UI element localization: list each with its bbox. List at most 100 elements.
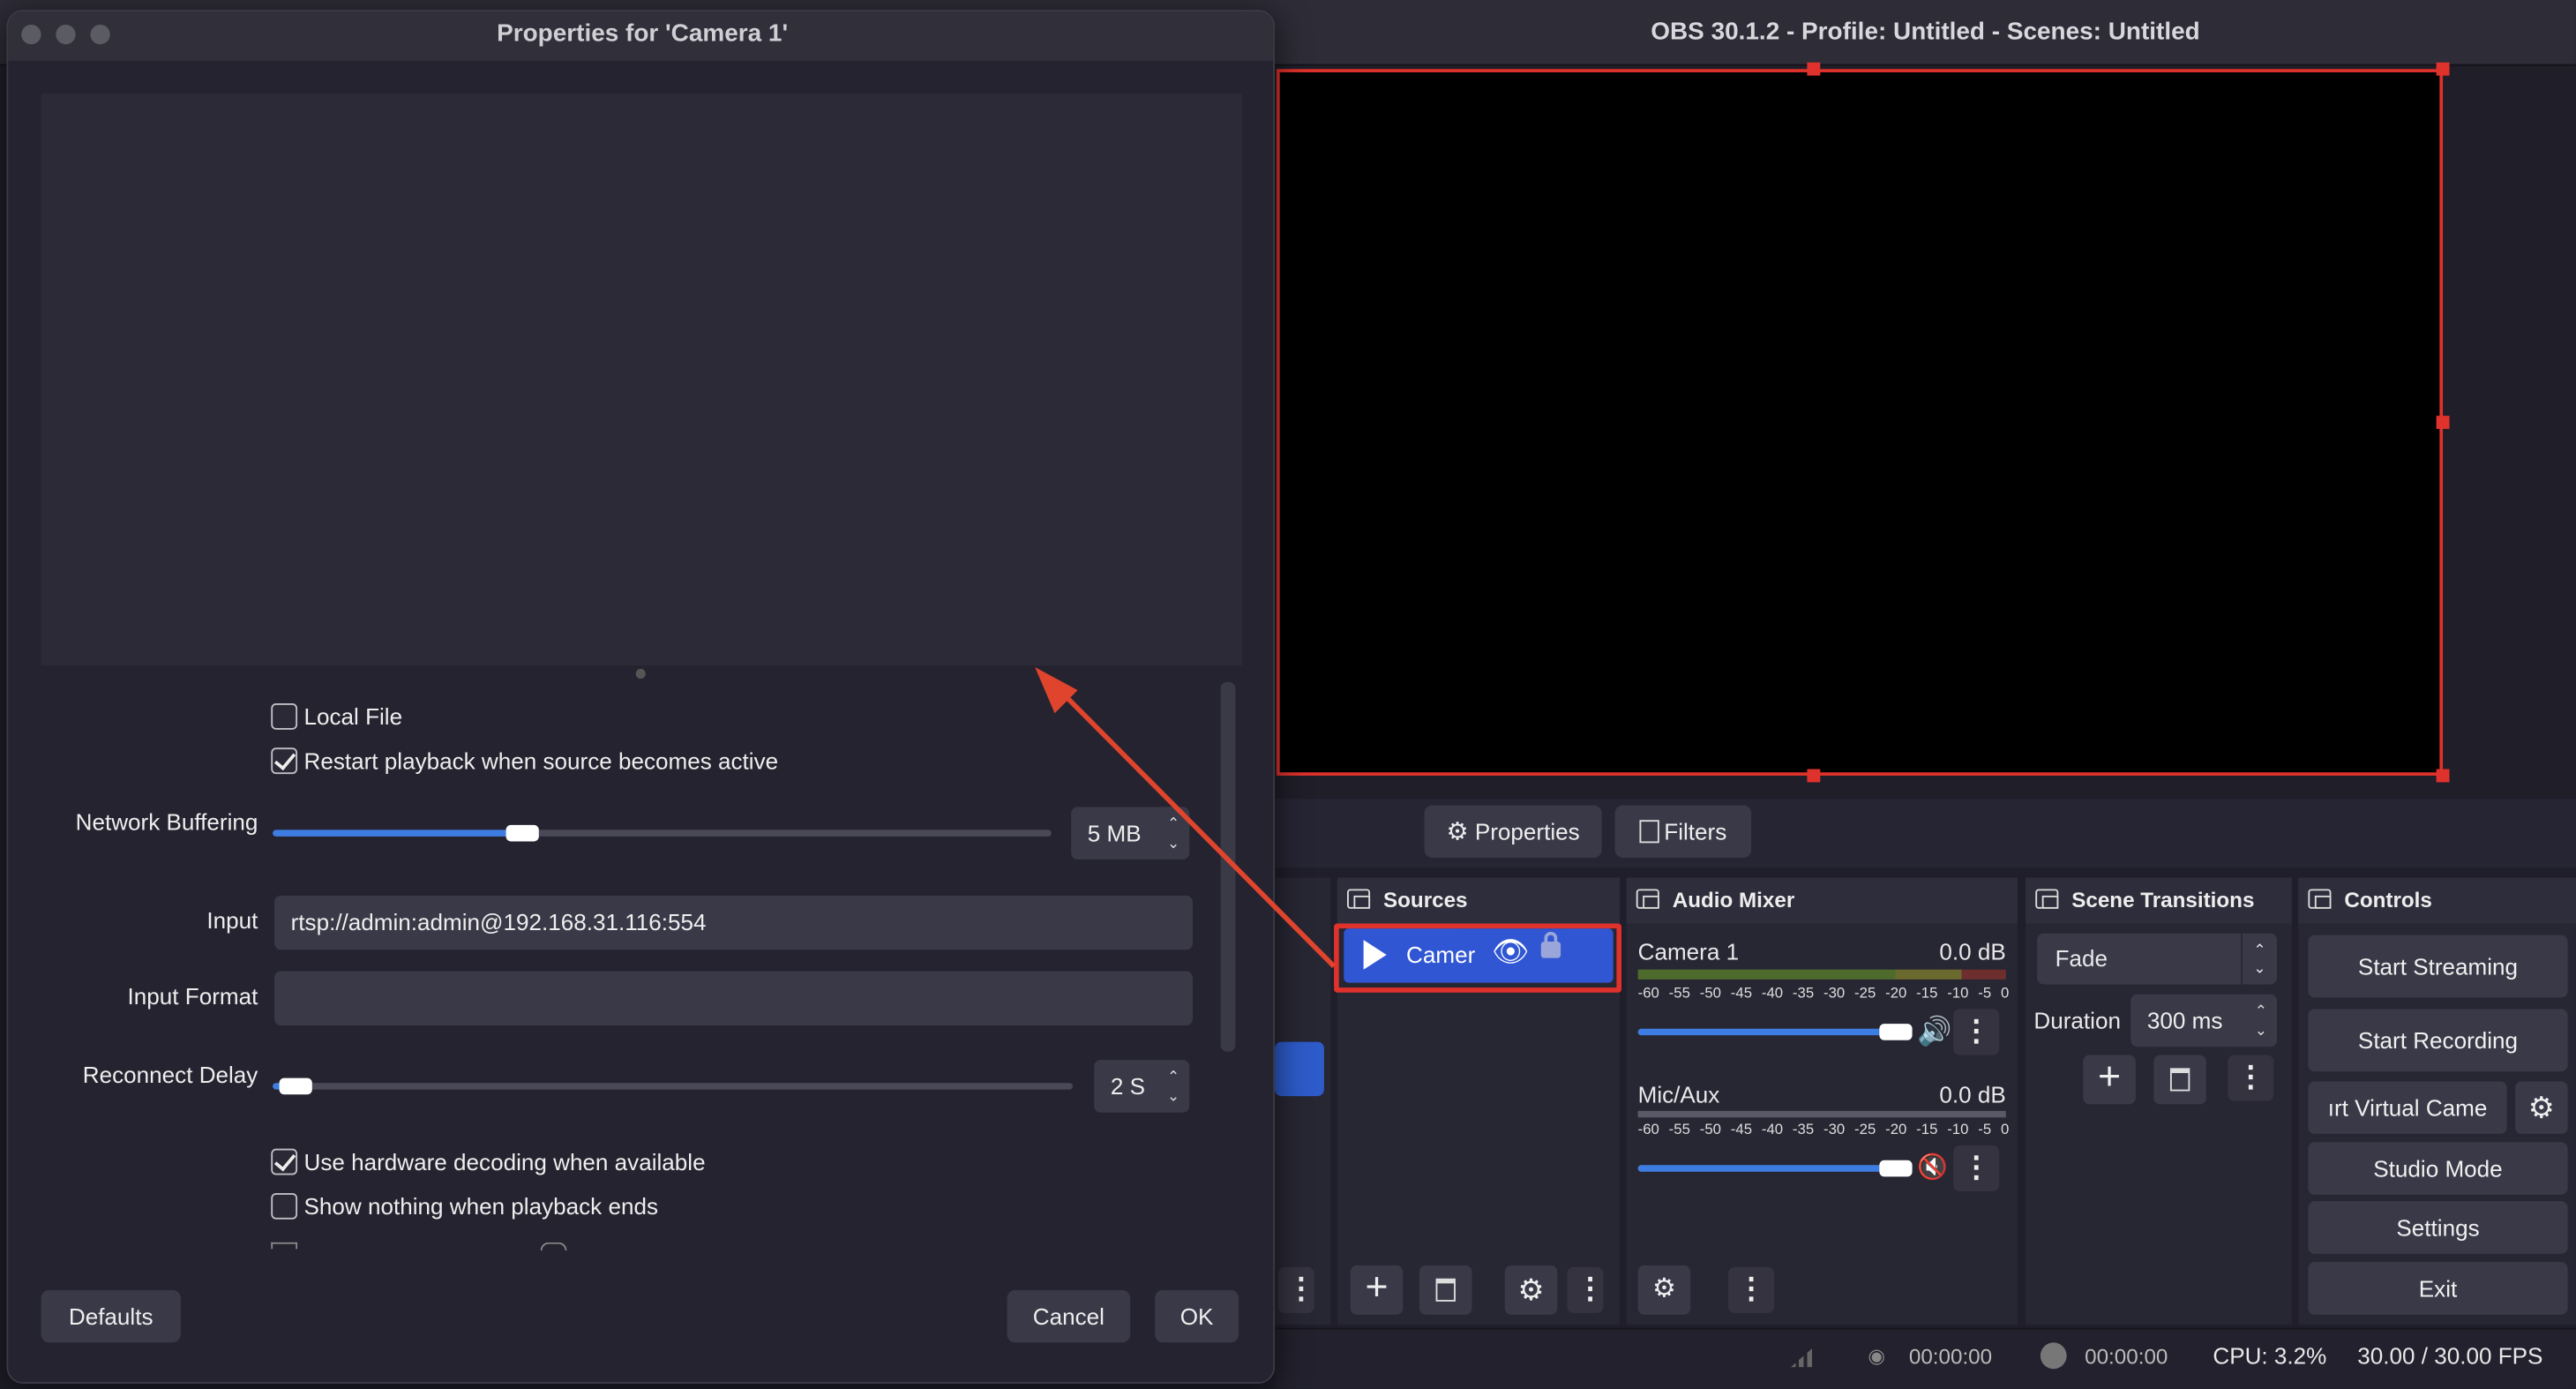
scenes-dock <box>1275 877 1331 1325</box>
scene-transitions-dock-header: Scene Transitions <box>2026 877 2292 924</box>
local-file-checkbox[interactable] <box>271 703 298 730</box>
clipped-next-row <box>271 1242 298 1250</box>
remove-source-button[interactable] <box>1419 1265 1472 1315</box>
stepper-arrows-icon[interactable]: ⌃ ⌄ <box>1167 1067 1179 1107</box>
ok-button[interactable]: OK <box>1155 1289 1239 1343</box>
meter-scale: -60 -55 -50 -45 -40 -35 -30 -25 -20 -15 -10 -5 0 <box>1637 1121 2010 1137</box>
stepper-arrows-icon[interactable]: ⌃ ⌄ <box>1167 814 1179 853</box>
resize-handle-right[interactable] <box>2436 416 2450 430</box>
resize-handle-bottom-right[interactable] <box>2436 769 2450 783</box>
exit-button[interactable]: Exit <box>2308 1262 2568 1315</box>
speaker-muted-icon[interactable]: 🔇 <box>1917 1152 1948 1182</box>
streaming-status-icon: ◉ <box>1868 1344 1885 1368</box>
reconnect-delay-slider[interactable] <box>273 1083 1074 1090</box>
network-buffering-value: 5 MB <box>1087 820 1142 847</box>
audio-mixer-title: Audio Mixer <box>1672 887 1795 912</box>
audio-mixer-dock-header: Audio Mixer <box>1626 877 2018 924</box>
filters-button[interactable]: Filters <box>1614 805 1752 859</box>
add-transition-button[interactable]: + <box>2083 1055 2136 1105</box>
dock-float-icon[interactable] <box>1347 889 1371 909</box>
start-streaming-button[interactable]: Start Streaming <box>2308 935 2568 998</box>
resize-handle-bottom[interactable] <box>1807 769 1821 783</box>
volume-meter <box>1637 1110 2006 1118</box>
source-properties-button[interactable]: ⚙ <box>1504 1265 1558 1315</box>
speaker-icon[interactable]: 🔊 <box>1917 1016 1951 1048</box>
reconnect-delay-spinbox[interactable]: 2 S ⌃ ⌄ <box>1094 1060 1190 1113</box>
input-format-field[interactable] <box>273 971 1193 1026</box>
start-recording-button[interactable]: Start Recording <box>2308 1009 2568 1072</box>
chevron-updown-icon: ⌃ ⌄ <box>2241 933 2277 985</box>
stream-timer: 00:00:00 <box>1908 1344 1993 1370</box>
meter-scale: -60 -55 -50 -45 -40 -35 -30 -25 -20 -15 -10 -5 0 <box>1637 984 2010 1002</box>
preview-canvas[interactable] <box>1276 69 2444 776</box>
sources-dock-title: Sources <box>1382 887 1468 912</box>
volume-slider-thumb[interactable] <box>1879 1024 1913 1040</box>
properties-dialog: Properties for 'Camera 1' Local File Res… <box>6 10 1276 1384</box>
reconnect-delay-thumb[interactable] <box>279 1077 312 1095</box>
record-timer: 00:00:00 <box>2085 1344 2168 1370</box>
controls-dock-header: Controls <box>2298 877 2576 924</box>
volume-meter <box>1637 969 2006 980</box>
dock-float-icon[interactable] <box>2308 889 2332 909</box>
dock-float-icon[interactable] <box>1636 889 1659 909</box>
volume-slider-thumb[interactable] <box>1879 1160 1913 1177</box>
advanced-audio-button[interactable]: ⚙ <box>1637 1265 1691 1315</box>
input-field[interactable]: rtsp://admin:admin@192.168.31.116:554 <box>273 895 1193 950</box>
source-highlight-box <box>1334 923 1621 993</box>
local-file-label: Local File <box>303 703 403 730</box>
channel-menu-button[interactable] <box>1953 1009 2000 1055</box>
resize-handle-top[interactable] <box>1807 62 1821 76</box>
add-source-button[interactable]: + <box>1350 1265 1404 1315</box>
duration-spinbox[interactable]: 300 ms ⌃ ⌄ <box>2130 994 2278 1047</box>
transition-more-button[interactable] <box>2228 1055 2274 1101</box>
restart-playback-checkbox[interactable] <box>271 747 298 775</box>
gear-icon: ⚙ <box>1446 818 1469 847</box>
filters-icon <box>1639 820 1659 844</box>
properties-button-label: Properties <box>1474 818 1580 845</box>
stepper-arrows-icon[interactable]: ⌃ ⌄ <box>2255 1001 2267 1040</box>
hardware-decoding-checkbox[interactable] <box>271 1148 298 1175</box>
channel-menu-button[interactable] <box>1953 1145 2000 1192</box>
dialog-title: Properties for 'Camera 1' <box>497 19 789 49</box>
transition-select-value: Fade <box>2055 944 2108 972</box>
properties-scrollbar[interactable] <box>1220 681 1236 1052</box>
obs-window-title: OBS 30.1.2 - Profile: Untitled - Scenes:… <box>1651 18 2200 47</box>
selected-scene-item[interactable] <box>1275 1041 1324 1097</box>
duration-value: 300 ms <box>2146 1007 2223 1034</box>
audio-mixer-more-button[interactable] <box>1728 1266 1775 1313</box>
show-nothing-checkbox[interactable] <box>271 1192 298 1220</box>
source-preview <box>41 94 1242 666</box>
studio-mode-button[interactable]: Studio Mode <box>2308 1142 2568 1195</box>
defaults-button[interactable]: Defaults <box>41 1289 181 1343</box>
start-virtual-camera-button[interactable]: ırt Virtual Came <box>2308 1081 2507 1134</box>
network-buffering-fill <box>273 830 522 837</box>
reconnect-delay-value: 2 S <box>1110 1073 1145 1100</box>
channel-level: 0.0 dB <box>1939 938 2006 965</box>
filters-button-label: Filters <box>1664 818 1727 845</box>
settings-button[interactable]: Settings <box>2308 1201 2568 1254</box>
volume-slider[interactable] <box>1637 1028 1901 1036</box>
channel-level: 0.0 dB <box>1939 1081 2006 1108</box>
network-buffering-thumb[interactable] <box>505 824 539 842</box>
duration-label: Duration <box>2033 1007 2121 1034</box>
sources-more-button[interactable] <box>1567 1266 1614 1313</box>
remove-transition-button[interactable] <box>2153 1055 2206 1105</box>
record-status-icon <box>2040 1342 2067 1370</box>
hardware-decoding-label: Use hardware decoding when available <box>303 1148 706 1175</box>
scenes-more-button[interactable] <box>1277 1266 1324 1313</box>
resize-handle-top-right[interactable] <box>2436 62 2450 76</box>
virtual-camera-settings-button[interactable]: ⚙ <box>2515 1081 2568 1134</box>
controls-title: Controls <box>2344 887 2432 912</box>
volume-slider[interactable] <box>1637 1165 1901 1172</box>
channel-name: Camera 1 <box>1637 938 1740 965</box>
properties-button[interactable]: ⚙ Properties <box>1424 805 1602 859</box>
trash-icon <box>1435 1278 1456 1302</box>
channel-name: Mic/Aux <box>1637 1081 1720 1108</box>
transition-select[interactable]: Fade ⌃ ⌄ <box>2037 933 2278 985</box>
network-buffering-slider[interactable] <box>273 830 1052 837</box>
network-buffering-spinbox[interactable]: 5 MB ⌃ ⌄ <box>1071 807 1190 860</box>
clipped-next-row-radio <box>540 1242 567 1251</box>
dock-float-icon[interactable] <box>2035 889 2059 909</box>
splitter-handle[interactable] <box>635 668 646 679</box>
cancel-button[interactable]: Cancel <box>1007 1289 1131 1343</box>
